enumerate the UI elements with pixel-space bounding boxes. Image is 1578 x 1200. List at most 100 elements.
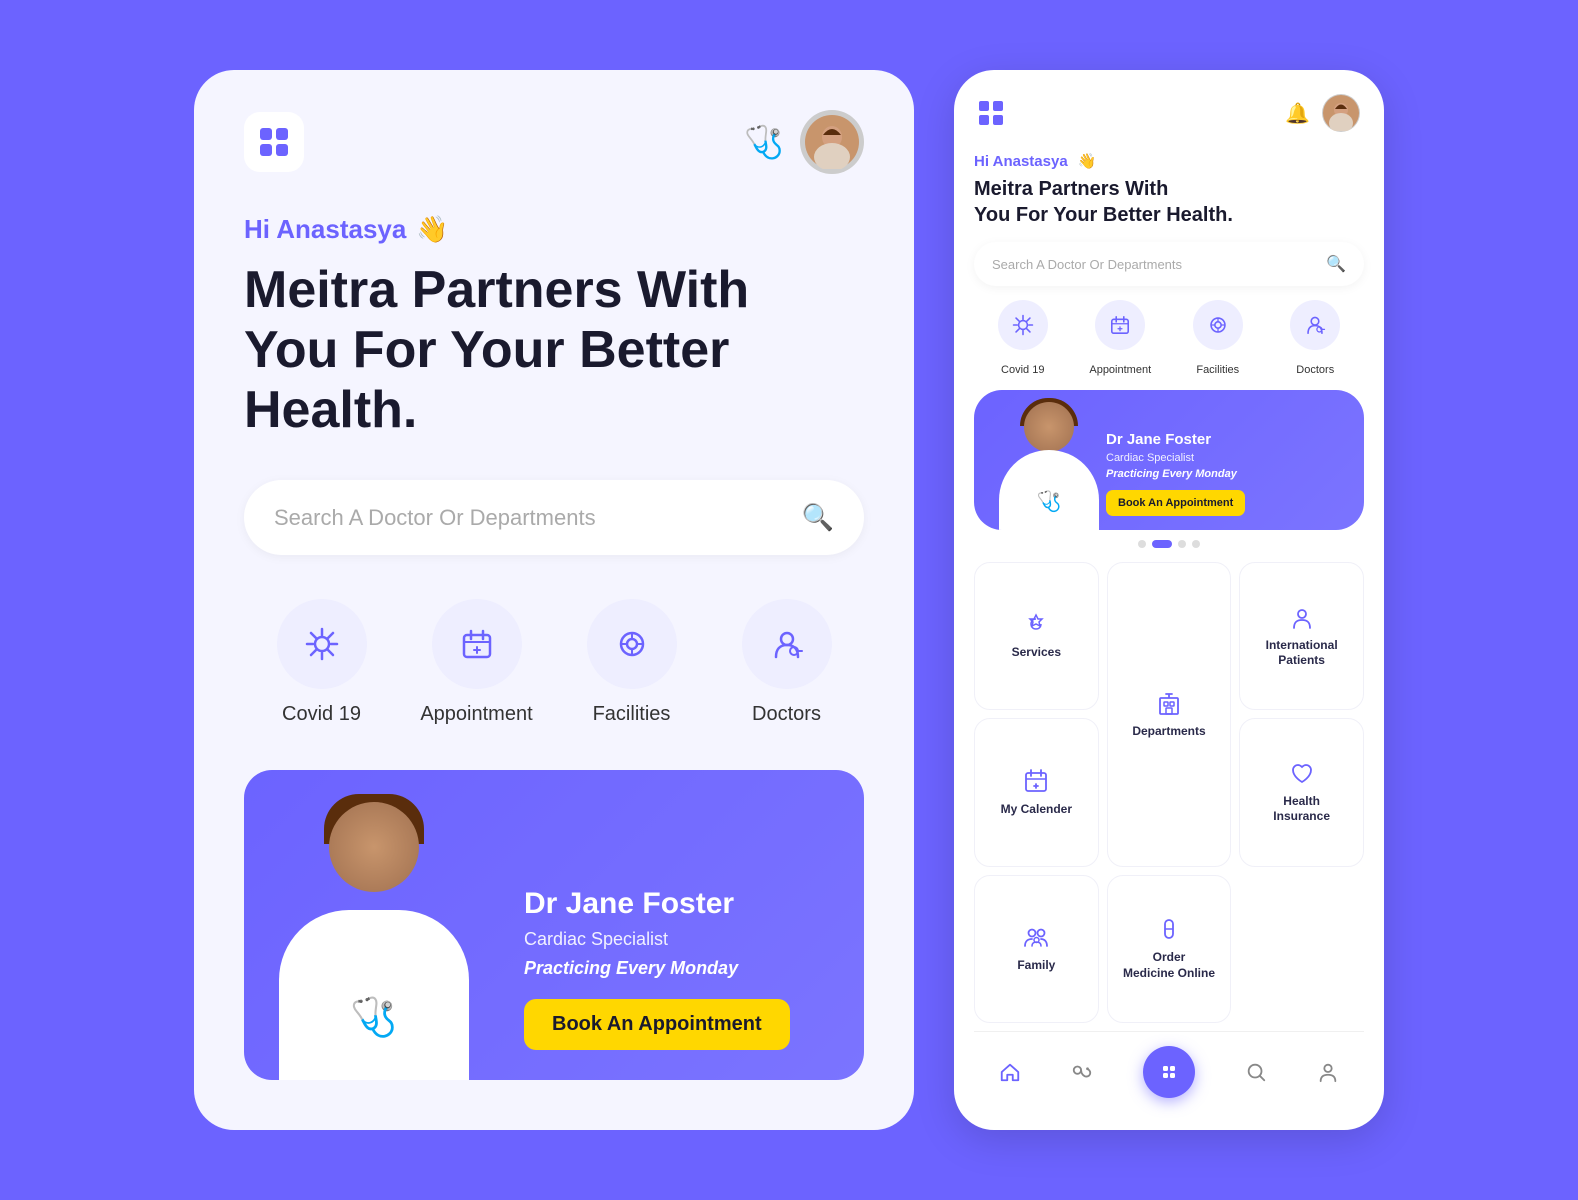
doctor-photo-right: 🩺	[994, 390, 1104, 530]
bottom-nav	[974, 1031, 1364, 1106]
service-departments[interactable]: Departments	[1107, 562, 1232, 867]
doctors-label-left: Doctors	[752, 703, 821, 726]
grid-icon[interactable]	[244, 112, 304, 172]
dot-2	[1152, 540, 1172, 548]
stethoscope-decoration: 🩺	[350, 996, 397, 1040]
doctors-icon	[742, 599, 832, 689]
nav-search[interactable]	[1245, 1061, 1267, 1083]
banner-content-right: Dr Jane Foster Cardiac Specialist Practi…	[1106, 431, 1245, 516]
facilities-label: Facilities	[593, 703, 671, 726]
stethoscope-decoration-right: 🩺	[1037, 489, 1062, 514]
right-phone-header: 🔔	[974, 94, 1364, 132]
order-medicine-label: OrderMedicine Online	[1123, 950, 1215, 981]
search-bar-right[interactable]: Search A Doctor Or Departments 🔍	[974, 242, 1364, 286]
services-grid: Services Departments	[974, 562, 1364, 1023]
service-health-insurance[interactable]: HealthInsurance	[1239, 718, 1364, 866]
service-my-calendar[interactable]: My Calender	[974, 718, 1099, 866]
right-phone: 🔔 Hi Anastasya 👋 Meitra Partners WithYou…	[954, 70, 1384, 1130]
category-covid19[interactable]: Covid 19	[244, 599, 399, 726]
category-appointment-right[interactable]: Appointment	[1072, 300, 1170, 376]
covid19-icon-right	[998, 300, 1048, 350]
appointment-label-right: Appointment	[1089, 364, 1151, 376]
covid19-label: Covid 19	[282, 703, 361, 726]
book-appointment-btn-right[interactable]: Book An Appointment	[1106, 490, 1245, 516]
doctor-face	[329, 802, 419, 892]
family-label: Family	[1017, 958, 1055, 974]
banner-specialty-right: Cardiac Specialist	[1106, 452, 1245, 464]
nav-add-btn[interactable]	[1143, 1046, 1195, 1098]
nav-home[interactable]	[999, 1061, 1021, 1083]
carousel-dots	[974, 540, 1364, 548]
doctor-image-left: 🩺	[264, 780, 484, 1080]
home-icon	[999, 1061, 1021, 1083]
banner-specialty-left: Cardiac Specialist	[524, 929, 790, 950]
doctor-banner-right: 🩺 Dr Jane Foster Cardiac Specialist Prac…	[974, 390, 1364, 530]
left-phone-header: 🩺	[244, 110, 864, 174]
stethoscope-icon: 🩺	[744, 123, 784, 161]
appointment-icon	[432, 599, 522, 689]
avatar-right[interactable]	[1322, 94, 1360, 132]
departments-label: Departments	[1132, 724, 1205, 740]
banner-doctor-name-right: Dr Jane Foster	[1106, 431, 1245, 448]
category-doctors[interactable]: Doctors	[709, 599, 864, 726]
category-facilities-right[interactable]: Facilities	[1169, 300, 1267, 376]
service-services[interactable]: Services	[974, 562, 1099, 710]
international-patients-label: InternationalPatients	[1266, 638, 1338, 669]
dot-4	[1192, 540, 1200, 548]
category-appointment[interactable]: Appointment	[399, 599, 554, 726]
departments-icon	[1156, 690, 1182, 716]
appointment-icon-right	[1095, 300, 1145, 350]
category-covid19-right[interactable]: Covid 19	[974, 300, 1072, 376]
category-doctors-right[interactable]: Doctors	[1267, 300, 1365, 376]
search-bar-left[interactable]: Search A Doctor Or Departments 🔍	[244, 480, 864, 555]
service-family[interactable]: Family	[974, 875, 1099, 1023]
facilities-icon-right	[1193, 300, 1243, 350]
international-patients-icon	[1289, 604, 1315, 630]
health-insurance-icon	[1289, 760, 1315, 786]
right-header-icons: 🔔	[1285, 94, 1360, 132]
facilities-icon	[587, 599, 677, 689]
header-right: 🩺	[744, 110, 864, 174]
avatar[interactable]	[800, 110, 864, 174]
medicine-icon	[1156, 916, 1182, 942]
covid19-icon	[277, 599, 367, 689]
banner-schedule-right: Practicing Every Monday	[1106, 468, 1245, 480]
banner-doctor-name-left: Dr Jane Foster	[524, 887, 790, 921]
service-order-medicine[interactable]: OrderMedicine Online	[1107, 875, 1232, 1023]
hero-title-right: Meitra Partners WithYou For Your Better …	[974, 176, 1364, 228]
book-appointment-btn-left[interactable]: Book An Appointment	[524, 999, 790, 1050]
facilities-label-right: Facilities	[1196, 364, 1239, 376]
calendar-icon	[1023, 768, 1049, 794]
service-international-patients[interactable]: InternationalPatients	[1239, 562, 1364, 710]
doctors-label-right: Doctors	[1296, 364, 1334, 376]
banner-schedule-left: Practicing Every Monday	[524, 958, 790, 979]
greeting-right: Hi Anastasya 👋	[974, 152, 1364, 170]
appointment-label: Appointment	[420, 703, 532, 726]
stethoscope-nav-icon	[1071, 1061, 1093, 1083]
greeting-left: Hi Anastasya 👋	[244, 214, 864, 245]
grid-icon-right[interactable]	[978, 100, 1004, 126]
search-icon-left: 🔍	[802, 502, 834, 533]
doctor-face-right	[1024, 402, 1074, 452]
dot-1	[1138, 540, 1146, 548]
categories-left: Covid 19 Appointment	[244, 599, 864, 726]
search-nav-icon	[1245, 1061, 1267, 1083]
category-facilities[interactable]: Facilities	[554, 599, 709, 726]
doctors-icon-right	[1290, 300, 1340, 350]
services-icon	[1023, 611, 1049, 637]
doctor-coat	[279, 910, 469, 1080]
search-placeholder-left: Search A Doctor Or Departments	[274, 505, 596, 531]
services-label: Services	[1012, 645, 1061, 661]
doctor-image-right: 🩺	[994, 390, 1104, 530]
calendar-label: My Calender	[1001, 802, 1072, 818]
search-placeholder-right: Search A Doctor Or Departments	[992, 257, 1182, 272]
banner-content-left: Dr Jane Foster Cardiac Specialist Practi…	[524, 887, 790, 1050]
hero-title-left: Meitra Partners WithYou For Your Better …	[244, 261, 864, 440]
covid19-label-right: Covid 19	[1001, 364, 1044, 376]
nav-health[interactable]	[1071, 1061, 1093, 1083]
bell-icon-right[interactable]: 🔔	[1285, 101, 1310, 126]
nav-profile[interactable]	[1317, 1061, 1339, 1083]
family-icon	[1023, 924, 1049, 950]
dot-3	[1178, 540, 1186, 548]
profile-nav-icon	[1317, 1061, 1339, 1083]
